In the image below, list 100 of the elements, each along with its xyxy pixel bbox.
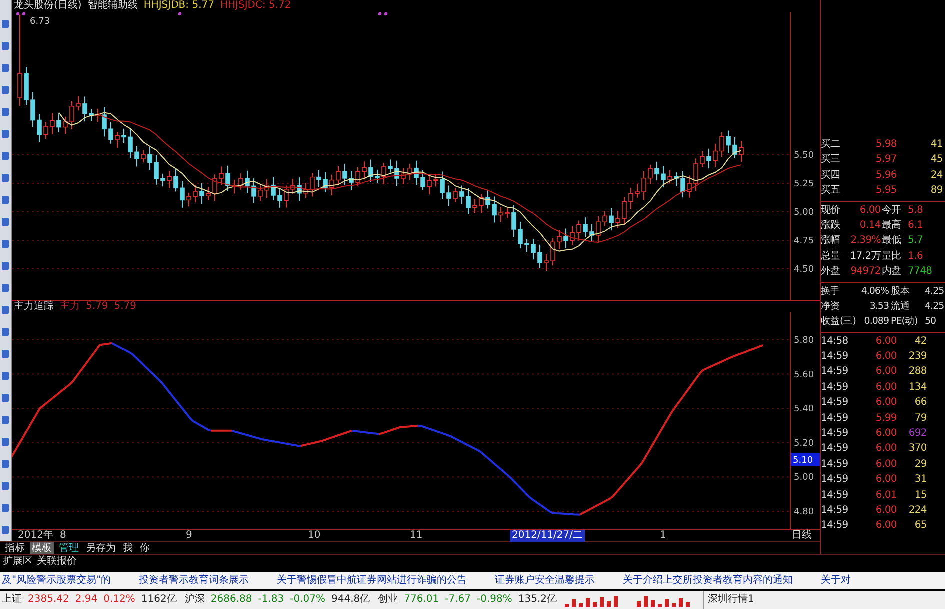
finance-label: PE(动) <box>890 315 919 330</box>
candle <box>252 178 256 204</box>
formula-tab[interactable]: 指标 <box>3 542 27 554</box>
candle <box>590 224 594 243</box>
trade-price: 6.00 <box>874 458 897 472</box>
quote-label: 最低 <box>881 234 902 248</box>
quote-value: 6.00 <box>858 204 881 218</box>
candle <box>609 208 614 232</box>
quote-label: 今开 <box>881 204 902 218</box>
candle <box>128 128 133 159</box>
candle <box>616 210 620 229</box>
extension-tab[interactable]: 关联报价 <box>37 555 77 567</box>
candle <box>668 170 672 184</box>
bid-label: 买五 <box>821 184 842 198</box>
formula-tab[interactable]: 管理 <box>57 542 81 554</box>
bid-label: 买三 <box>821 153 842 168</box>
price-axis-label: 4.50 <box>794 265 814 275</box>
quote-label: 现价 <box>821 204 842 218</box>
trade-time: 14:59 <box>821 380 850 395</box>
extension-tab[interactable]: 扩展区 <box>3 555 33 567</box>
candle <box>206 186 211 201</box>
candle <box>602 210 608 227</box>
news-link[interactable]: 及"风险警示股票交易"的 <box>2 572 112 589</box>
quote-value: 5.8 <box>907 204 924 218</box>
date-axis-label: 9 <box>185 530 194 542</box>
candle <box>427 174 432 196</box>
candle <box>70 100 74 130</box>
candle <box>336 166 341 186</box>
indicator-value: 5.79 <box>114 301 137 312</box>
news-link[interactable]: 关于介绍上交所投资者教育内容的通知 <box>623 572 794 589</box>
indicator-name: 智能辅助线 <box>88 0 138 12</box>
date-axis-label: 1 <box>659 530 668 542</box>
candle <box>212 174 218 202</box>
candle <box>141 150 146 164</box>
candle <box>492 196 497 224</box>
indicator-axis-label: 5.60 <box>794 370 814 380</box>
date-axis-label: 2012年 <box>17 530 54 542</box>
date-axis-label: 10 <box>307 530 322 542</box>
quote-value: 1.6 <box>907 250 924 264</box>
trade-time: 14:59 <box>821 365 850 380</box>
trade-price: 6.00 <box>874 504 897 518</box>
candle <box>732 136 738 159</box>
quote-label: 最高 <box>881 218 902 233</box>
quote-value: 17.2万 <box>849 250 881 264</box>
news-link[interactable]: 投资者警示教育词条展示 <box>139 572 250 589</box>
candle <box>635 184 640 198</box>
quote-label: 外盘 <box>821 265 842 280</box>
candle <box>44 122 48 140</box>
candle <box>486 190 490 210</box>
trade-volume: 692 <box>908 427 927 442</box>
candle <box>160 173 166 188</box>
candle <box>89 109 94 122</box>
date-axis-label: 8 <box>59 530 68 542</box>
candle <box>134 146 140 168</box>
index-change: -7.67 <box>445 593 471 607</box>
candle <box>661 166 666 188</box>
trade-volume: 65 <box>914 519 927 534</box>
price-axis-label: 5.50 <box>794 151 814 161</box>
bid-label: 买二 <box>821 138 842 152</box>
index-percent: 0.12% <box>104 593 136 607</box>
trade-volume: 288 <box>908 365 927 380</box>
news-link[interactable]: 关于警惕假冒中航证券网站进行诈骗的公告 <box>277 572 468 589</box>
trade-price: 6.01 <box>874 488 897 503</box>
bid-price: 5.96 <box>874 168 897 183</box>
index-name: 沪深 <box>184 592 205 607</box>
indicator-axis-label: 4.80 <box>794 508 814 518</box>
formula-tab[interactable]: 我 <box>121 542 135 554</box>
news-link[interactable]: 关于对 <box>821 572 852 589</box>
candle <box>596 216 601 244</box>
candle <box>576 220 582 242</box>
candle <box>193 184 198 204</box>
finance-value: 0.089 <box>863 315 889 330</box>
candle <box>102 106 107 138</box>
trade-price: 6.00 <box>874 365 897 380</box>
candle <box>713 143 718 168</box>
formula-tab[interactable]: 模板 <box>30 542 54 554</box>
candle <box>342 163 348 186</box>
candle <box>368 159 374 183</box>
index-percent: -0.07% <box>290 593 326 607</box>
trade-volume: 31 <box>914 473 927 488</box>
quote-value: 2.39% <box>850 234 881 248</box>
trade-price: 6.00 <box>874 380 897 395</box>
trade-time: 14:59 <box>821 442 850 456</box>
trade-time: 14:59 <box>821 458 850 472</box>
finance-label: 收益(三) <box>821 315 857 330</box>
candle <box>349 170 354 190</box>
market-label: 深圳行情1 <box>703 591 754 609</box>
candle <box>440 171 445 200</box>
indicator-value: HHJSJDC: 5.72 <box>220 0 292 12</box>
candle <box>167 170 172 189</box>
candle <box>538 244 542 269</box>
candle <box>420 170 426 191</box>
candle <box>219 166 224 186</box>
period-label[interactable]: 日线 <box>792 530 812 542</box>
bid-volume: 45 <box>930 153 943 168</box>
formula-tab[interactable]: 你 <box>138 542 152 554</box>
news-link[interactable]: 证券账户安全温馨提示 <box>495 572 596 589</box>
formula-tab[interactable]: 另存为 <box>84 542 118 554</box>
candle <box>356 166 360 188</box>
candle <box>226 165 230 192</box>
